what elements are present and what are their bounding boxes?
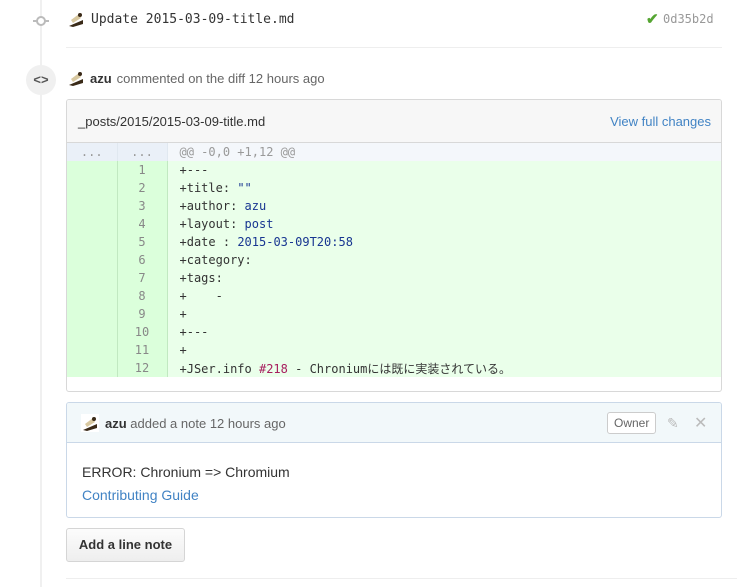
line-number-old [67,251,118,269]
commit-sha[interactable]: 0d35b2d [663,12,714,26]
line-number-new: 5 [117,233,168,251]
line-number-new: 1 [117,161,168,179]
line-number-new: 11 [117,341,168,359]
comment-author[interactable]: azu [90,71,112,86]
line-note: azu added a note 12 hours ago Owner ✎ ✕ … [66,402,722,518]
line-number-old [67,215,118,233]
line-number-new: 9 [117,305,168,323]
comment-action: commented on the diff 12 hours ago [116,70,325,86]
code-line: +category: [167,251,721,269]
line-number-old: ... [67,143,118,161]
add-line-note-button[interactable]: Add a line note [66,528,185,562]
avatar[interactable] [67,10,85,28]
line-number-old [67,305,118,323]
avatar[interactable] [81,414,99,432]
view-full-changes-link[interactable]: View full changes [610,114,711,129]
code-line: +author: azu [167,197,721,215]
pencil-icon[interactable]: ✎ [667,415,679,432]
diff-line[interactable]: 10 +--- [67,323,721,341]
owner-badge: Owner [607,412,657,434]
line-number-new: 7 [117,269,168,287]
diff-line[interactable]: 5 +date : 2015-03-09T20:58 [67,233,721,251]
diff-table: ... ... @@ -0,0 +1,12 @@ 1 +--- 2 +title: "… [67,143,721,377]
line-number-old [67,179,118,197]
line-number-old [67,323,118,341]
line-number-new: 2 [117,179,168,197]
note-author[interactable]: azu [105,416,127,431]
code-line: +title: "" [167,179,721,197]
code-line: +--- [167,323,721,341]
line-number-new: 6 [117,251,168,269]
diff-line[interactable]: 1 +--- [67,161,721,179]
check-icon: ✔ [646,11,659,28]
line-number-old [67,269,118,287]
note-text: ERROR: Chronium => Chromium [82,464,290,480]
hunk-header: @@ -0,0 +1,12 @@ [167,143,721,161]
close-icon[interactable]: ✕ [694,413,707,433]
note-meta: azu added a note 12 hours ago [105,416,286,431]
code-line: +tags: [167,269,721,287]
code-line: +date : 2015-03-09T20:58 [167,233,721,251]
diff-line[interactable]: 6 +category: [67,251,721,269]
file-path: _posts/2015/2015-03-09-title.md [78,114,266,129]
contributing-guide-link[interactable]: Contributing Guide [82,484,706,507]
line-number-old [67,161,118,179]
code-line: +layout: post [167,215,721,233]
line-number-new: 12 [117,359,168,377]
diff-line[interactable]: 2 +title: "" [67,179,721,197]
hunk-row: ... ... @@ -0,0 +1,12 @@ [67,143,721,161]
diff-line[interactable]: 8 + - [67,287,721,305]
divider [66,578,737,579]
code-line: + [167,341,721,359]
line-number-old [67,341,118,359]
line-number-old [67,287,118,305]
diff-line[interactable]: 3 +author: azu [67,197,721,215]
code-line: +JSer.info #218 - Chroniumには既に実装されている。 [167,359,721,377]
file-header: _posts/2015/2015-03-09-title.md View ful… [67,100,721,143]
diff-file: _posts/2015/2015-03-09-title.md View ful… [66,99,722,392]
commit-node-icon [33,16,49,26]
comment-header: azu commented on the diff 12 hours ago [67,68,325,88]
diff-line[interactable]: 11 + [67,341,721,359]
code-line: +--- [167,161,721,179]
line-number-new: ... [117,143,168,161]
commit-row: Update 2015-03-09-title.md ✔ 0d35b2d [0,0,737,40]
diff-line[interactable]: 4 +layout: post [67,215,721,233]
line-number-new: 3 [117,197,168,215]
line-number-old [67,197,118,215]
diff-line[interactable]: 9 + [67,305,721,323]
line-number-old [67,233,118,251]
note-action: added a note 12 hours ago [130,416,286,431]
avatar[interactable] [67,69,85,87]
code-line: + - [167,287,721,305]
diff-line[interactable]: 7 +tags: [67,269,721,287]
commit-title[interactable]: Update 2015-03-09-title.md [91,12,295,27]
line-number-old [67,359,118,377]
note-header: azu added a note 12 hours ago Owner ✎ ✕ [67,403,721,443]
line-number-new: 4 [117,215,168,233]
code-line: + [167,305,721,323]
line-number-new: 8 [117,287,168,305]
diff-line[interactable]: 12 +JSer.info #218 - Chroniumには既に実装されている。 [67,359,721,377]
note-body: ERROR: Chronium => Chromium Contributing… [67,443,721,517]
code-diff-icon: <> [26,65,56,95]
line-number-new: 10 [117,323,168,341]
divider [66,47,722,48]
